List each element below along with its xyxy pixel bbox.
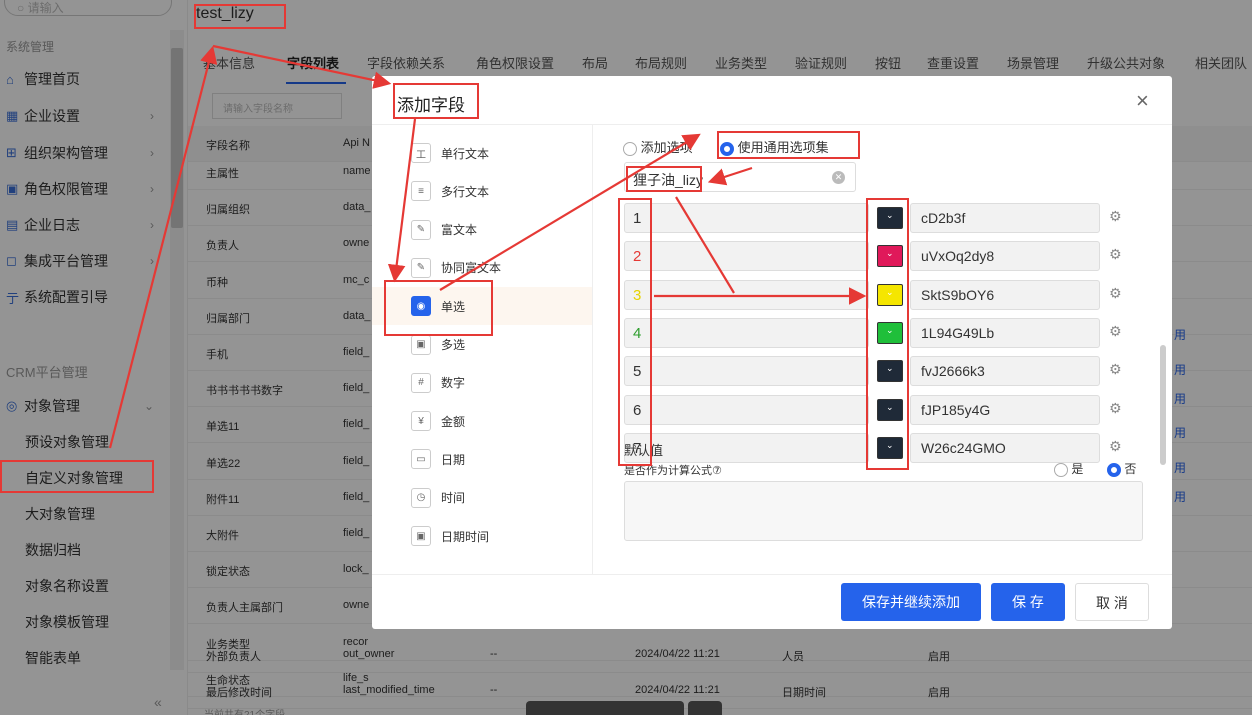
- annotation-box-common-option-set: [717, 131, 860, 159]
- floating-toolbar[interactable]: [526, 701, 684, 715]
- field-type-2[interactable]: ✎ 富文本: [372, 211, 592, 249]
- option-label-input[interactable]: 1: [624, 203, 869, 233]
- gear-icon[interactable]: ⚙: [1109, 208, 1122, 225]
- annotation-box-single-select: [384, 280, 493, 336]
- option-code-input[interactable]: SktS9bOY6: [910, 279, 1100, 310]
- field-type-list: 工单行文本 ≡ 多行文本 ✎ 富文本 ✎ 协同富文本 ◉ 单选 ▣ 多选 # 数字 ¥ 金额 ▭ 日期 ◷ 时间 ▣ 日…: [372, 125, 593, 574]
- option-code-input[interactable]: fvJ2666k3: [910, 356, 1100, 387]
- radio-on-icon: [1107, 462, 1121, 477]
- option-label-input[interactable]: 2: [624, 241, 869, 272]
- formula-no-radio[interactable]: 否: [1107, 460, 1136, 477]
- save-and-continue-button[interactable]: 保存并继续添加: [841, 583, 981, 621]
- field-type-7[interactable]: ¥ 金额: [372, 402, 592, 440]
- time-icon: ◷: [411, 487, 431, 508]
- option-code-input[interactable]: fJP185y4G: [910, 394, 1100, 425]
- field-type-10[interactable]: ▣ 日期时间: [372, 517, 592, 555]
- field-type-9[interactable]: ◷ 时间: [372, 479, 592, 517]
- gear-icon[interactable]: ⚙: [1109, 285, 1122, 302]
- pane-scrollbar[interactable]: [1160, 345, 1166, 465]
- annotation-box-option-set-value: [626, 166, 702, 192]
- field-type-6[interactable]: # 数字: [372, 364, 592, 402]
- collab-rich-text-icon: ✎: [411, 257, 431, 278]
- field-type-8[interactable]: ▭ 日期: [372, 440, 592, 478]
- gear-icon[interactable]: ⚙: [1109, 246, 1122, 263]
- save-button[interactable]: 保 存: [991, 583, 1065, 621]
- annotation-box-option-colors: [866, 198, 909, 470]
- number-icon: #: [411, 372, 431, 393]
- option-label-input[interactable]: 6: [624, 394, 869, 425]
- gear-icon[interactable]: ⚙: [1109, 323, 1122, 340]
- close-icon[interactable]: ×: [1136, 88, 1149, 114]
- option-label-input[interactable]: 3: [624, 279, 869, 310]
- cancel-button[interactable]: 取 消: [1075, 583, 1149, 621]
- multi-line-text-icon: ≡: [411, 181, 431, 202]
- radio-off-icon: [1054, 462, 1068, 477]
- gear-icon[interactable]: ⚙: [1109, 438, 1122, 455]
- currency-icon: ¥: [411, 411, 431, 432]
- multi-select-icon: ▣: [411, 334, 431, 355]
- annotation-box-option-labels: [618, 198, 652, 466]
- footer-divider: [372, 574, 1172, 575]
- datetime-icon: ▣: [411, 526, 431, 546]
- annotation-box-custom-object-mgmt: [0, 460, 154, 493]
- option-code-input[interactable]: cD2b3f: [910, 203, 1100, 233]
- option-code-input[interactable]: 1L94G49Lb: [910, 317, 1100, 348]
- option-code-input[interactable]: W26c24GMO: [910, 432, 1100, 463]
- gear-icon[interactable]: ⚙: [1109, 361, 1122, 378]
- default-value-textarea[interactable]: [624, 481, 1143, 541]
- annotation-box-object-name: [194, 4, 286, 29]
- field-type-0[interactable]: 工单行文本: [372, 134, 592, 172]
- option-label-input[interactable]: 5: [624, 356, 869, 387]
- gear-icon[interactable]: ⚙: [1109, 400, 1122, 417]
- option-code-input[interactable]: uVxOq2dy8: [910, 241, 1100, 272]
- option-label-input[interactable]: 4: [624, 317, 869, 348]
- floating-toolbar-extra[interactable]: [688, 701, 722, 715]
- option-mode-add-radio[interactable]: 添加选项: [623, 137, 693, 156]
- single-line-text-icon: 工: [411, 143, 431, 163]
- clear-icon[interactable]: ✕: [832, 171, 845, 184]
- field-type-1[interactable]: ≡ 多行文本: [372, 172, 592, 210]
- date-icon: ▭: [411, 449, 431, 470]
- formula-yes-radio[interactable]: 是: [1054, 460, 1083, 477]
- radio-off-icon: [623, 141, 637, 156]
- annotation-box-dialog-title: [393, 83, 479, 119]
- rich-text-icon: ✎: [411, 219, 431, 240]
